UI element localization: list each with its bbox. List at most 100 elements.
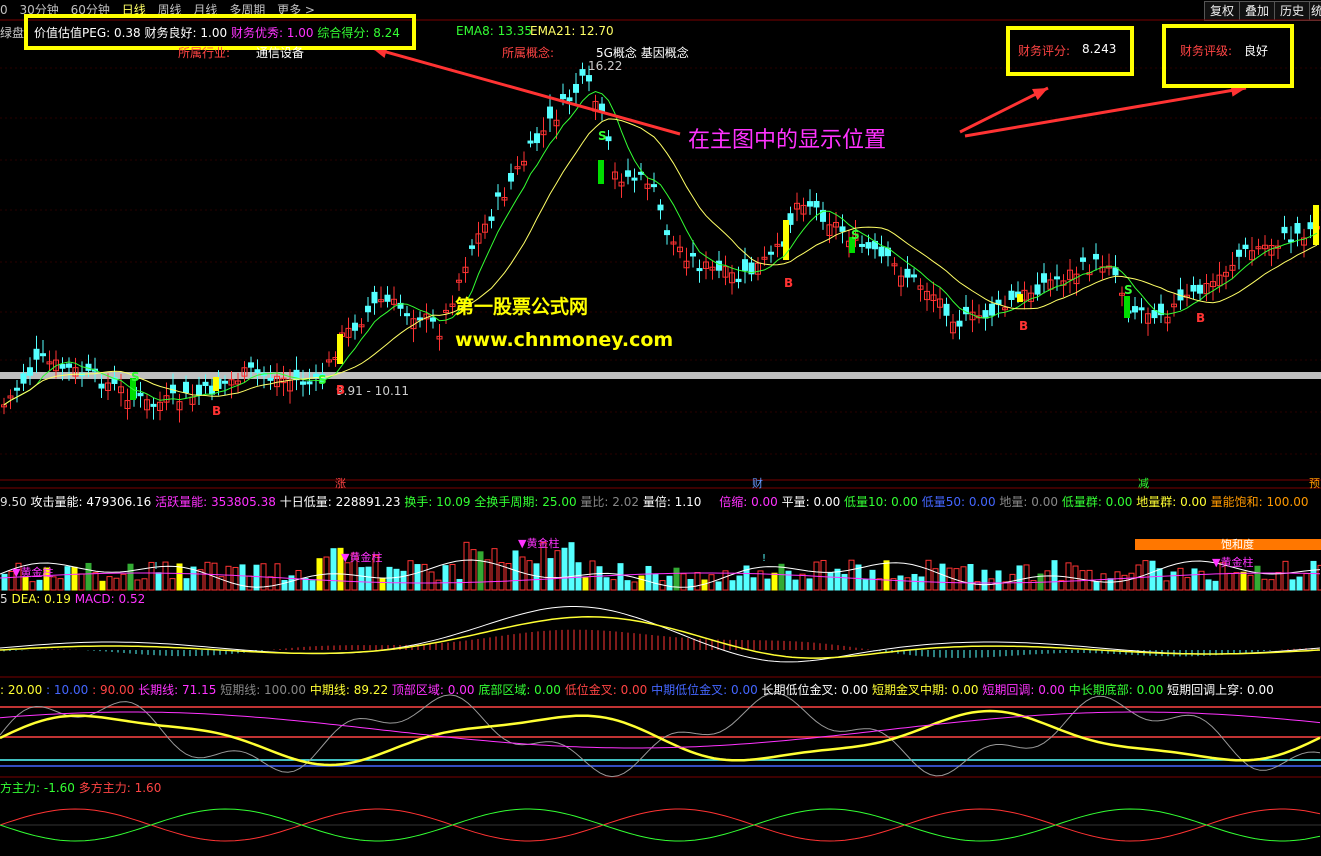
volume-bar	[449, 563, 456, 591]
volume-bar	[589, 560, 596, 591]
candle-body	[1008, 290, 1015, 301]
candle-body	[735, 278, 742, 283]
volume-bar	[134, 579, 141, 591]
volume-bar	[92, 572, 99, 591]
candle-body	[1054, 276, 1060, 280]
short-term-line	[0, 692, 1321, 778]
candle-body	[696, 268, 703, 272]
volume-bar	[302, 578, 309, 591]
volume-mark: !	[762, 553, 767, 564]
volume-bar	[806, 578, 813, 591]
volume-bar	[715, 581, 722, 591]
candle-body	[527, 140, 534, 144]
event-tag-forecast[interactable]: 预	[1309, 475, 1320, 491]
signal-candle	[1313, 205, 1319, 245]
candle-body	[384, 294, 391, 302]
finance-rating-value: 良好	[1244, 44, 1269, 58]
volume-bar	[596, 566, 603, 591]
volume-bar	[869, 569, 876, 591]
candle-body	[690, 252, 696, 257]
volume-bar	[827, 572, 834, 591]
volume-bar	[1156, 568, 1163, 591]
finance-excellent: 财务优秀: 1.00	[230, 26, 314, 40]
candle-body	[1138, 307, 1145, 311]
volume-bar	[904, 577, 911, 591]
volume-bar	[1289, 579, 1296, 591]
volume-bar	[967, 563, 974, 591]
volume-bar	[1, 573, 8, 591]
volume-bar	[925, 559, 932, 591]
volume-bar	[1107, 578, 1114, 591]
volume-bar	[1044, 570, 1051, 591]
event-tag-finance[interactable]: 财	[752, 475, 763, 491]
volume-bar	[547, 558, 554, 591]
volume-bar	[141, 578, 148, 591]
volume-bar	[442, 565, 449, 591]
volume-bar	[960, 566, 967, 591]
volume-bar	[232, 566, 239, 591]
volume-bar	[764, 578, 771, 591]
volume-bar	[918, 576, 925, 591]
volume-bar	[862, 578, 869, 591]
volume-bar	[1282, 560, 1289, 591]
volume-bar	[1240, 571, 1247, 591]
volume-bar	[225, 565, 232, 591]
candle-body	[40, 353, 46, 357]
volume-bar	[358, 567, 365, 591]
volume-bar	[71, 566, 78, 591]
candle-body	[196, 384, 202, 396]
candle-body	[631, 177, 638, 181]
volume-bar	[1114, 571, 1121, 591]
candle-body	[33, 348, 40, 360]
volume-bar	[29, 581, 36, 591]
candle-body	[1242, 244, 1249, 250]
gold-bar-label: ▼黄金柱	[12, 566, 54, 579]
candle-body	[248, 362, 254, 368]
candle-body	[904, 268, 911, 278]
volume-bar	[470, 549, 477, 591]
volume-bar	[113, 577, 120, 591]
volume-bar	[400, 570, 407, 591]
candle-body	[150, 403, 157, 407]
volume-bar	[610, 579, 617, 591]
volume-bar	[1177, 567, 1184, 591]
volume-bar	[722, 570, 729, 591]
candle-body	[560, 94, 566, 100]
volume-bar	[1310, 560, 1317, 591]
candle-body	[573, 83, 579, 93]
volume-bar	[897, 575, 904, 591]
peg-value: 价值估值PEG: 0.38	[34, 26, 141, 40]
annotation-text: 在主图中的显示位置	[688, 128, 887, 153]
volume-bar	[568, 542, 575, 591]
signal-candle	[213, 377, 219, 391]
kdj-indicator-row: : 20.00 : 10.00 : 90.00 长期线: 71.15 短期线: …	[0, 683, 1274, 697]
candle-body	[352, 322, 358, 331]
candle-body	[1236, 249, 1242, 257]
volume-bar	[1296, 576, 1303, 591]
sell-signal: S	[1124, 283, 1133, 297]
candle-body	[430, 317, 436, 322]
candle-body	[27, 367, 33, 376]
range-label: 9.91 - 10.11	[336, 384, 410, 398]
volume-bar	[631, 581, 638, 591]
event-tag-reduce[interactable]: 减	[1138, 475, 1149, 491]
candle-body	[742, 259, 748, 271]
volume-bar	[1254, 565, 1261, 591]
signal-candle	[337, 334, 343, 364]
mid-term-line	[0, 709, 1321, 767]
volume-bar	[533, 563, 540, 591]
volume-bar	[1170, 571, 1177, 591]
event-tag-up[interactable]: 涨	[335, 475, 346, 491]
candle-body	[657, 204, 664, 211]
gold-bar-label: ▼黄金柱	[518, 537, 560, 550]
volume-bar	[36, 579, 43, 591]
volume-bar	[575, 562, 582, 591]
macd-indicator-row: 5 DEA: 0.19 MACD: 0.52	[0, 592, 146, 606]
volume-bar	[491, 548, 498, 591]
candle-body	[878, 246, 885, 257]
volume-bar	[771, 572, 778, 591]
candle-body	[306, 381, 313, 385]
high-price-label: 16.22	[588, 59, 623, 73]
volume-bar	[477, 551, 484, 591]
volume-bar	[946, 567, 953, 591]
